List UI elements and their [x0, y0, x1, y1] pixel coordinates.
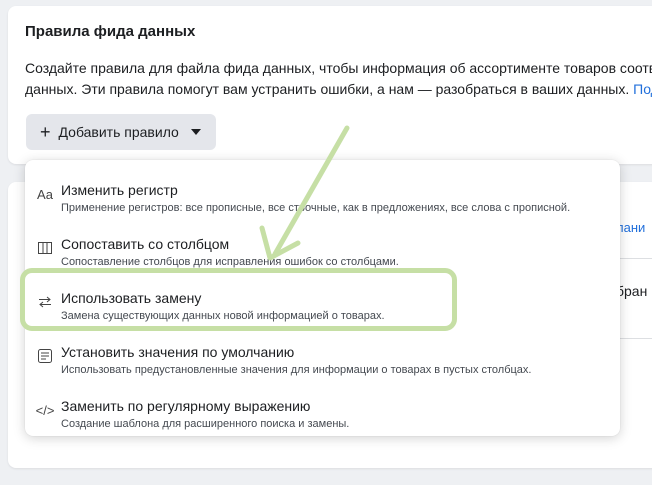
divider [620, 258, 652, 259]
menu-item-description: Создание шаблона для расширенного поиска… [61, 418, 350, 430]
menu-item-description: Применение регистров: все прописные, все… [61, 202, 571, 214]
menu-item-label: Использовать замену [61, 290, 202, 306]
background-text: бран [616, 283, 648, 299]
menu-item-label: Установить значения по умолчанию [61, 344, 295, 360]
menu-item-set-defaults[interactable]: Установить значения по умолчанию Использ… [25, 330, 620, 380]
page-title: Правила фида данных [25, 23, 196, 40]
divider [620, 338, 652, 339]
description-line-1: Создайте правила для файла фида данных, … [25, 60, 652, 76]
code-icon: </> [35, 402, 55, 418]
description-line-2: данных. Эти правила помогут вам устранит… [25, 81, 630, 97]
columns-icon [37, 240, 53, 256]
text-case-icon: Aa [37, 186, 53, 202]
list-form-icon [37, 348, 53, 364]
menu-item-change-case[interactable]: Aa Изменить регистр Применение регистров… [25, 168, 620, 218]
add-rule-button[interactable]: + Добавить правило [26, 114, 216, 150]
menu-item-regex-replace[interactable]: </> Заменить по регулярному выражению Со… [25, 384, 620, 434]
background-link[interactable]: лани [616, 220, 645, 235]
menu-item-label: Сопоставить со столбцом [61, 236, 230, 252]
menu-item-description: Замена существующих данных новой информа… [61, 310, 385, 322]
description: Создайте правила для файла фида данных, … [25, 58, 652, 100]
menu-item-use-replace[interactable]: Использовать замену Замена существующих … [25, 276, 620, 326]
menu-item-description: Использовать предустановленные значения … [61, 364, 532, 376]
menu-item-map-column[interactable]: Сопоставить со столбцом Сопоставление ст… [25, 222, 620, 272]
learn-more-link[interactable]: Подр [633, 81, 652, 97]
menu-item-label: Изменить регистр [61, 182, 178, 198]
menu-item-label: Заменить по регулярному выражению [61, 398, 311, 414]
swap-arrows-icon [37, 294, 53, 310]
feed-rules-card: Правила фида данных Создайте правила для… [8, 6, 652, 164]
plus-icon: + [40, 122, 51, 142]
add-rule-dropdown-menu: Aa Изменить регистр Применение регистров… [25, 160, 620, 436]
add-rule-label: Добавить правило [58, 124, 179, 140]
caret-down-icon [190, 129, 201, 135]
menu-item-description: Сопоставление столбцов для исправления о… [61, 256, 399, 268]
